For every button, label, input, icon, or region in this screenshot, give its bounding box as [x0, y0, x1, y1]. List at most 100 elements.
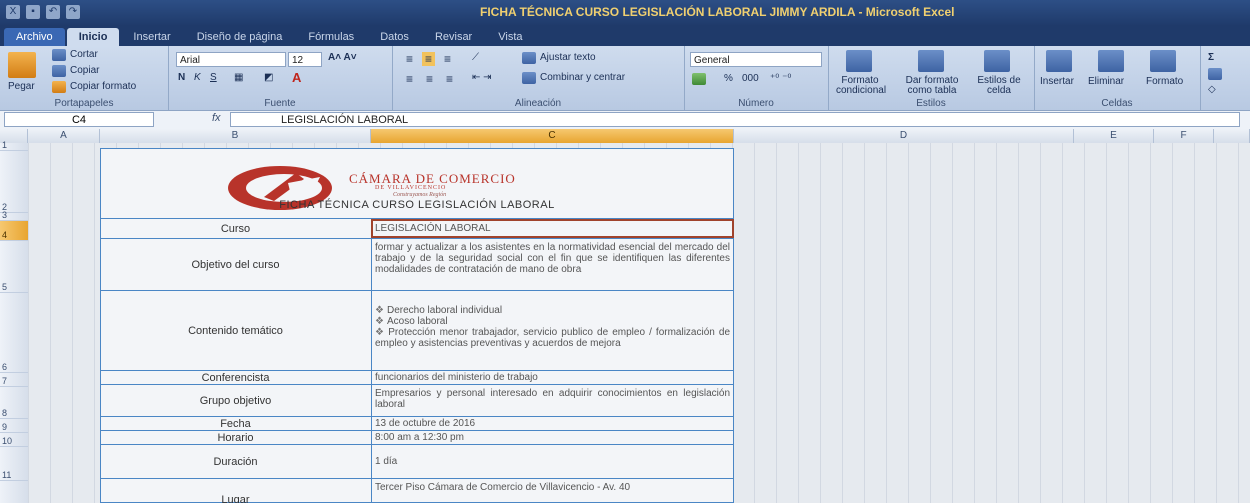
percent-style-button[interactable]: % [724, 73, 733, 84]
align-bottom-icon[interactable]: ≡ [444, 52, 451, 66]
font-size-select[interactable]: 12 [288, 52, 322, 67]
org-tagline: Construyamos Región [393, 192, 447, 198]
copy-button[interactable]: Copiar [70, 65, 99, 76]
cell-duracion-value[interactable]: 1 día [371, 445, 734, 478]
tab-diseno-pagina[interactable]: Diseño de página [185, 28, 295, 46]
grow-font-icon[interactable]: A˄ A˅ [328, 52, 357, 63]
table-row: Duración 1 día [100, 444, 734, 478]
wrap-text-button[interactable]: Ajustar texto [540, 52, 596, 63]
fill-color-icon[interactable]: ◩ [264, 72, 273, 83]
accounting-format-icon[interactable] [692, 73, 706, 85]
format-painter-button[interactable]: Copiar formato [70, 81, 136, 92]
styles-group: Formato condicional Dar formato como tab… [828, 46, 1035, 110]
table-row: Lugar Tercer Piso Cámara de Comercio de … [100, 478, 734, 503]
tab-archivo[interactable]: Archivo [4, 28, 65, 46]
column-header-b[interactable]: B [100, 129, 371, 143]
column-header-g[interactable] [1214, 129, 1250, 143]
conditional-format-button[interactable]: Formato condicional [836, 76, 886, 96]
tab-inicio[interactable]: Inicio [66, 28, 120, 46]
insert-cells-icon[interactable] [1046, 50, 1072, 72]
align-middle-icon[interactable]: ≡ [422, 52, 436, 66]
tab-insertar[interactable]: Insertar [121, 28, 182, 46]
align-center-icon[interactable]: ≡ [426, 72, 433, 86]
row-header[interactable]: 5 [0, 241, 28, 293]
cut-button[interactable]: Cortar [70, 49, 98, 60]
row-header[interactable]: 6 [0, 293, 28, 373]
underline-icon[interactable]: S [210, 72, 217, 83]
orientation-icon[interactable]: ⟋ [472, 52, 479, 63]
row-header[interactable]: 11 [0, 447, 28, 481]
number-format-select[interactable]: General [690, 52, 822, 67]
formula-input[interactable]: LEGISLACIÓN LABORAL [230, 112, 1240, 127]
tab-revisar[interactable]: Revisar [423, 28, 484, 46]
delete-cells-icon[interactable] [1098, 50, 1124, 72]
align-left-icon[interactable]: ≡ [406, 72, 413, 86]
cell-fecha-value[interactable]: 13 de octubre de 2016 [371, 417, 734, 430]
name-box[interactable]: C4 [4, 112, 154, 127]
fill-icon[interactable] [1208, 68, 1222, 80]
row-header[interactable]: 9 [0, 419, 28, 433]
insert-function-icon[interactable]: fx [212, 112, 221, 124]
font-color-icon[interactable]: A [292, 70, 301, 85]
row-header[interactable]: 10 [0, 433, 28, 447]
column-header-a[interactable]: A [28, 129, 100, 143]
cell-grupo-value[interactable]: Empresarios y personal interesado en adq… [371, 385, 734, 416]
cell-contenido-value[interactable]: ❖ Derecho laboral individual ❖ Acoso labor… [371, 291, 734, 370]
wrap-text-icon[interactable] [522, 52, 536, 64]
borders-icon[interactable]: ▦ [234, 72, 243, 83]
column-header-c[interactable]: C [371, 129, 734, 143]
decimal-icon[interactable]: ⁺⁰ ⁻⁰ [770, 73, 791, 84]
cell-styles-icon[interactable] [984, 50, 1010, 72]
insert-cells-button[interactable]: Insertar [1040, 76, 1074, 87]
quick-access-toolbar: X ▪ ↶ ↷ [6, 5, 80, 19]
undo-icon[interactable]: ↶ [46, 5, 60, 19]
cell-lugar-value[interactable]: Tercer Piso Cámara de Comercio de Villav… [371, 479, 734, 503]
topic-text: Protección menor trabajador, servicio pu… [375, 327, 731, 349]
bold-icon[interactable]: N [178, 72, 185, 83]
format-cells-button[interactable]: Formato [1146, 76, 1183, 87]
row-header[interactable]: 4 [0, 221, 28, 241]
bullet-icon: ❖ [375, 316, 384, 327]
row-header[interactable]: 1 [0, 140, 28, 151]
merge-center-icon[interactable] [522, 72, 536, 84]
indent-icon[interactable]: ⇤ ⇥ [472, 72, 492, 83]
tab-vista[interactable]: Vista [486, 28, 534, 46]
autosum-icon[interactable]: Σ [1208, 52, 1214, 63]
cell-objetivo-value[interactable]: formar y actualizar a los asistentes en … [371, 239, 734, 290]
row-header[interactable]: 3 [0, 210, 28, 221]
topic-list: ❖ Derecho laboral individual ❖ Acoso labor… [375, 305, 730, 349]
format-as-table-icon[interactable] [918, 50, 944, 72]
thousands-style-button[interactable]: 000 [742, 73, 759, 84]
row-header[interactable]: 8 [0, 387, 28, 419]
paste-icon[interactable] [8, 52, 36, 78]
cut-icon[interactable] [52, 49, 66, 61]
redo-icon[interactable]: ↷ [66, 5, 80, 19]
format-as-table-button[interactable]: Dar formato como tabla [898, 76, 966, 96]
column-header-f[interactable]: F [1154, 129, 1214, 143]
tab-formulas[interactable]: Fórmulas [296, 28, 366, 46]
copy-icon[interactable] [52, 65, 66, 77]
clear-icon[interactable]: ◇ [1208, 84, 1216, 95]
tab-datos[interactable]: Datos [368, 28, 421, 46]
paste-button[interactable]: Pegar [8, 81, 35, 92]
format-cells-icon[interactable] [1150, 50, 1176, 72]
table-row: Fecha 13 de octubre de 2016 [100, 416, 734, 430]
row-header[interactable]: 2 [0, 151, 28, 213]
column-header-d[interactable]: D [734, 129, 1074, 143]
merge-center-button[interactable]: Combinar y centrar [540, 72, 625, 83]
cell-conferencista-value[interactable]: funcionarios del ministerio de trabajo [371, 371, 734, 384]
cell-horario-value[interactable]: 8:00 am a 12:30 pm [371, 431, 734, 444]
conditional-format-icon[interactable] [846, 50, 872, 72]
italic-icon[interactable]: K [194, 72, 201, 83]
column-header-e[interactable]: E [1074, 129, 1154, 143]
cell-curso-value[interactable]: LEGISLACIÓN LABORAL [371, 219, 734, 238]
save-icon[interactable]: ▪ [26, 5, 40, 19]
format-painter-icon[interactable] [52, 81, 66, 93]
delete-cells-button[interactable]: Eliminar [1088, 76, 1124, 87]
align-top-icon[interactable]: ≡ [406, 52, 413, 66]
align-right-icon[interactable]: ≡ [446, 72, 453, 86]
font-name-select[interactable]: Arial [176, 52, 286, 67]
cell-styles-button[interactable]: Estilos de celda [972, 76, 1026, 96]
editing-group: Σ ◇ [1200, 46, 1250, 110]
row-header[interactable]: 7 [0, 373, 28, 387]
